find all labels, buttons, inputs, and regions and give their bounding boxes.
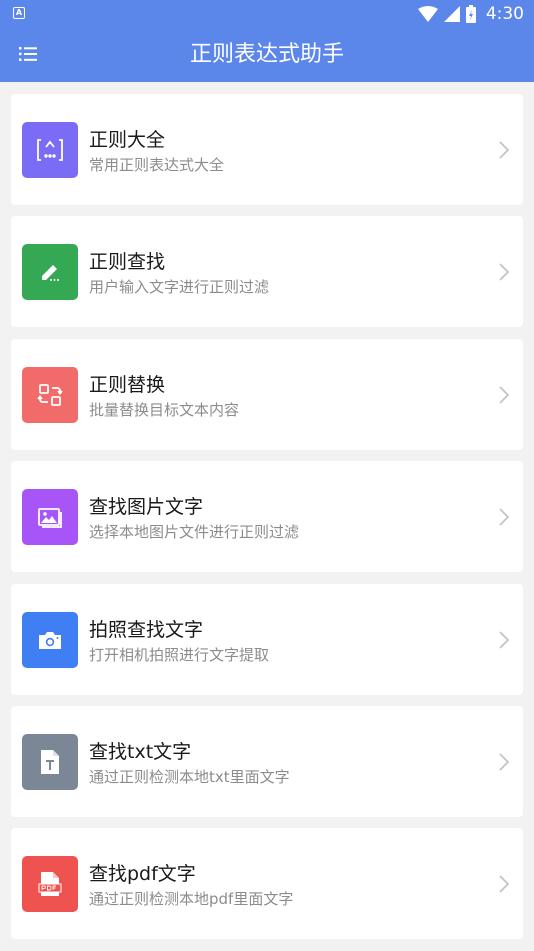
status-icons: 4:30 xyxy=(417,3,524,25)
item-title: 拍照查找文字 xyxy=(89,618,204,641)
item-subtitle: 通过正则检测本地txt里面文字 xyxy=(89,767,290,786)
pdf-file-icon xyxy=(22,856,78,913)
txt-file-icon xyxy=(22,733,78,790)
battery-icon xyxy=(465,5,476,23)
app-bar: 正则表达式助手 xyxy=(0,27,534,82)
chevron-right-icon xyxy=(499,263,510,282)
clock-time: 4:30 xyxy=(485,4,524,24)
item-title: 查找pdf文字 xyxy=(89,863,196,886)
item-title: 正则查找 xyxy=(89,251,166,274)
item-title: 查找txt文字 xyxy=(89,740,192,763)
pencil-icon xyxy=(22,244,78,301)
list-item-pdf-text[interactable]: 查找pdf文字 通过正则检测本地pdf里面文字 xyxy=(11,828,523,940)
item-subtitle: 打开相机拍照进行文字提取 xyxy=(89,645,270,664)
item-subtitle: 常用正则表达式大全 xyxy=(89,156,225,174)
status-bar: A 4:30 xyxy=(0,0,534,27)
chevron-right-icon xyxy=(499,386,510,404)
item-title: 查找图片文字 xyxy=(89,496,204,519)
list-item-camera-text[interactable]: 拍照查找文字 打开相机拍照进行文字提取 xyxy=(11,583,523,695)
chevron-right-icon xyxy=(499,875,510,893)
image-icon xyxy=(22,489,78,546)
item-subtitle: 批量替换目标文本内容 xyxy=(89,400,240,419)
wifi-icon xyxy=(417,6,438,22)
list-item-image-text[interactable]: 查找图片文字 选择本地图片文件进行正则过滤 xyxy=(11,461,523,573)
app-notification-icon: A xyxy=(13,7,25,19)
camera-icon xyxy=(22,611,78,668)
swap-icon xyxy=(22,366,78,423)
item-subtitle: 用户输入文字进行正则过滤 xyxy=(89,278,270,297)
list-item-regex-replace[interactable]: 正则替换 批量替换目标文本内容 xyxy=(11,338,523,450)
item-subtitle: 选择本地图片文件进行正则过滤 xyxy=(89,523,300,542)
item-title: 正则大全 xyxy=(89,129,166,151)
feature-list: 正则大全 常用正则表达式大全 正则查找 用户输入文字进行正则过滤 正则替换 批量… xyxy=(11,94,523,951)
list-item-txt-text[interactable]: 查找txt文字 通过正则检测本地txt里面文字 xyxy=(11,705,523,817)
list-item-regex-find[interactable]: 正则查找 用户输入文字进行正则过滤 xyxy=(11,216,523,328)
chevron-right-icon xyxy=(499,753,510,771)
chevron-right-icon xyxy=(499,630,510,649)
chevron-right-icon xyxy=(499,508,510,526)
list-item-regex-library[interactable]: 正则大全 常用正则表达式大全 xyxy=(11,94,523,205)
chevron-right-icon xyxy=(499,141,510,159)
item-title: 正则替换 xyxy=(89,373,166,396)
regex-bracket-icon xyxy=(22,122,78,178)
page-title: 正则表达式助手 xyxy=(189,42,344,67)
signal-icon xyxy=(443,6,460,22)
item-subtitle: 通过正则检测本地pdf里面文字 xyxy=(89,890,294,909)
